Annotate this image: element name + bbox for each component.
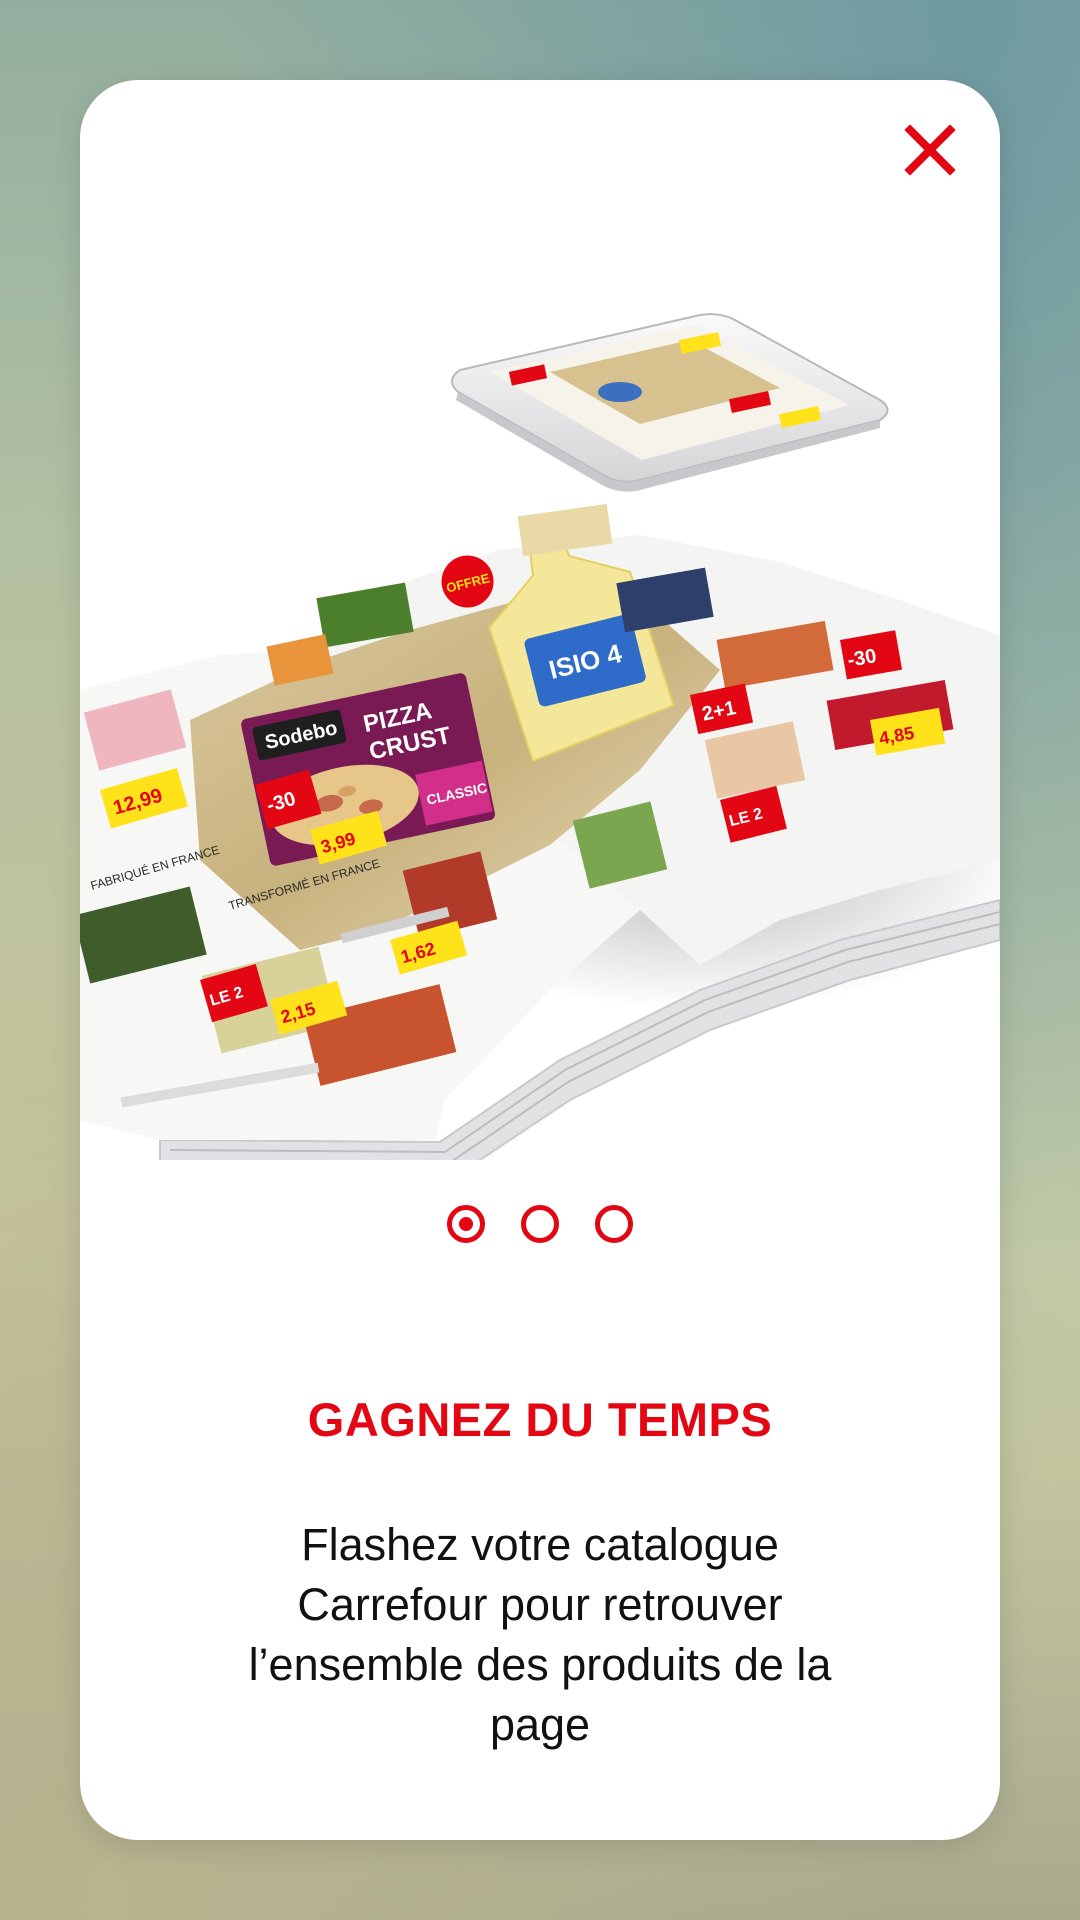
slide-title: GAGNEZ DU TEMPS	[307, 1393, 773, 1446]
page-indicator	[80, 1205, 1000, 1243]
close-icon	[904, 124, 956, 176]
onboarding-screen: Sodebo PIZZA CRUST CLASSIC ISIO 4 OFFRE	[0, 0, 1080, 1920]
catalogue-phone-illustration: Sodebo PIZZA CRUST CLASSIC ISIO 4 OFFRE	[80, 313, 1000, 1160]
page-dot-3[interactable]	[595, 1205, 633, 1243]
slide-description: Flashez votre catalogue Carrefour pour r…	[248, 1519, 832, 1750]
phone-device	[451, 313, 889, 492]
page-dot-2[interactable]	[521, 1205, 559, 1243]
onboarding-card: Sodebo PIZZA CRUST CLASSIC ISIO 4 OFFRE	[80, 80, 1000, 1840]
page-dot-1[interactable]	[447, 1205, 485, 1243]
close-button[interactable]	[898, 118, 962, 182]
